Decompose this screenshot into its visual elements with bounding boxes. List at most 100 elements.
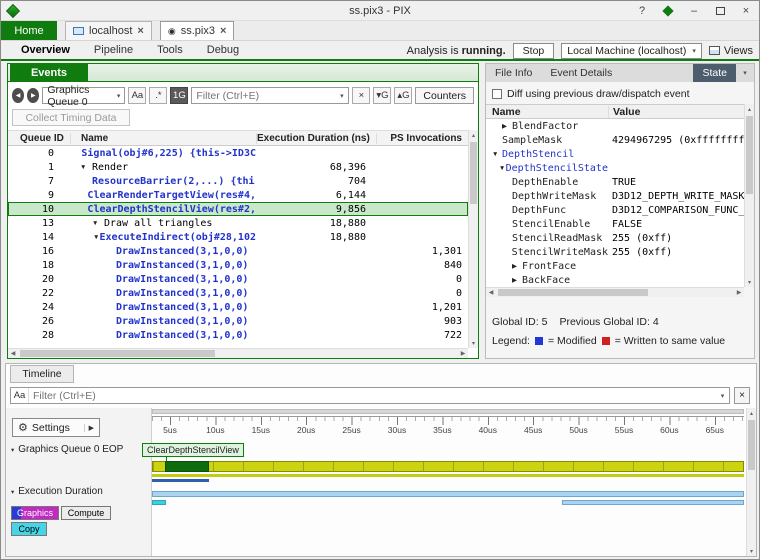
home-tab[interactable]: Home	[1, 21, 57, 40]
machine-select[interactable]: Local Machine (localhost) ▾	[561, 43, 702, 59]
state-vertical-scrollbar[interactable]: ▴ ▾	[744, 104, 754, 287]
tree-toggle-icon[interactable]: ▶	[512, 262, 522, 270]
close-button[interactable]: ×	[733, 1, 759, 21]
regex-button[interactable]: .*	[149, 87, 167, 104]
state-horizontal-scrollbar[interactable]: ◀ ▶	[486, 287, 744, 297]
timeline-settings-button[interactable]: ⚙ Settings ▶	[12, 418, 100, 437]
state-row[interactable]: DepthFuncD3D12_COMPARISON_FUNC_…	[486, 203, 744, 217]
event-row-selected[interactable]: 10ClearDepthStencilView(res#2,9,856	[8, 202, 468, 216]
maximize-button[interactable]	[707, 1, 733, 21]
scroll-down-icon[interactable]: ▾	[469, 338, 478, 348]
event-row[interactable]: 7ResourceBarrier(2,...) {thi704	[8, 174, 468, 188]
scrollbar-thumb[interactable]	[20, 350, 215, 357]
column-header-name[interactable]: Name	[486, 106, 608, 118]
diff-checkbox[interactable]	[492, 89, 502, 99]
collapse-icon[interactable]: ▾	[11, 446, 14, 454]
column-header-queue-id[interactable]: Queue ID	[8, 133, 70, 144]
scrollbar-thumb[interactable]	[746, 116, 753, 194]
tree-toggle-icon[interactable]: ▼	[499, 165, 506, 172]
tree-toggle-icon[interactable]: ▼	[492, 151, 502, 158]
timeline-filter-input[interactable]	[29, 390, 716, 402]
queue-select[interactable]: Graphics Queue 0 ▾	[42, 87, 125, 104]
filter-clear-button[interactable]: ×	[352, 87, 370, 104]
help-button[interactable]: ?	[629, 1, 655, 21]
event-row[interactable]: 20DrawInstanced(3,1,0,0)0	[8, 272, 468, 286]
view-tab-debug[interactable]: Debug	[195, 41, 251, 59]
state-row[interactable]: SampleMask4294967295 (0xffffffff)	[486, 133, 744, 147]
state-row[interactable]: ▼DepthStencil	[486, 147, 744, 161]
event-row[interactable]: 28DrawInstanced(3,1,0,0)722	[8, 328, 468, 342]
view-tab-tools[interactable]: Tools	[145, 41, 195, 59]
events-filter-input[interactable]	[192, 90, 335, 102]
timeline-bar-execution-2[interactable]	[562, 500, 744, 505]
column-header-ps-invocations[interactable]: PS Invocations	[376, 133, 468, 144]
state-row[interactable]: ▶BackFace	[486, 273, 744, 287]
scroll-up-icon[interactable]: ▴	[469, 130, 478, 140]
tab-localhost-close-icon[interactable]: ×	[137, 25, 143, 37]
event-row[interactable]: 1▼Render68,396	[8, 160, 468, 174]
filter-history-icon[interactable]: ▾	[716, 392, 729, 400]
scrollbar-thumb[interactable]	[498, 289, 648, 296]
tree-toggle-icon[interactable]: ▼	[80, 164, 92, 171]
column-header-name[interactable]: Name	[70, 133, 256, 144]
scroll-down-icon[interactable]: ▾	[747, 546, 756, 556]
state-row[interactable]: DepthWriteMaskD3D12_DEPTH_WRITE_MASK…	[486, 189, 744, 203]
lane-execution-duration[interactable]: ▾ Execution Duration	[11, 486, 103, 497]
state-row[interactable]: StencilReadMask255 (0xff)	[486, 231, 744, 245]
events-tab[interactable]: Events	[10, 64, 88, 82]
tree-toggle-icon[interactable]: ▶	[502, 122, 512, 130]
panel-tabs-menu-button[interactable]: ▾	[736, 64, 754, 82]
tab-file-info[interactable]: File Info	[486, 64, 541, 82]
timeline-bar-sub[interactable]	[152, 474, 744, 477]
scroll-up-icon[interactable]: ▴	[745, 104, 754, 114]
tree-toggle-icon[interactable]: ▼	[92, 220, 104, 227]
view-tab-pipeline[interactable]: Pipeline	[82, 41, 145, 59]
scroll-up-icon[interactable]: ▴	[747, 408, 756, 418]
view-tab-overview[interactable]: Overview	[9, 41, 82, 59]
state-row[interactable]: ▶FrontFace	[486, 259, 744, 273]
event-row[interactable]: 16DrawInstanced(3,1,0,0)1,301	[8, 244, 468, 258]
scroll-left-icon[interactable]: ◀	[8, 349, 18, 358]
event-row[interactable]: 26DrawInstanced(3,1,0,0)903	[8, 314, 468, 328]
scroll-right-icon[interactable]: ▶	[734, 288, 744, 297]
lane-graphics-queue-eop[interactable]: ▾ Graphics Queue 0 EOP	[11, 444, 123, 455]
group-toggle-button[interactable]: 1G	[170, 87, 188, 104]
event-row[interactable]: 18DrawInstanced(3,1,0,0)840	[8, 258, 468, 272]
timeline-bar-selected-event[interactable]	[165, 461, 209, 472]
scrollbar-thumb[interactable]	[748, 420, 755, 470]
tab-state[interactable]: State	[693, 64, 736, 82]
timeline-filter-clear-button[interactable]: ×	[734, 387, 750, 404]
events-horizontal-scrollbar[interactable]: ◀ ▶	[8, 348, 468, 358]
timeline-tab[interactable]: Timeline	[10, 365, 74, 383]
feedback-button[interactable]	[655, 1, 681, 21]
scrollbar-thumb[interactable]	[470, 142, 477, 204]
state-row[interactable]: StencilEnableFALSE	[486, 217, 744, 231]
views-button[interactable]: Views	[709, 45, 753, 57]
timeline-vertical-scrollbar[interactable]: ▴ ▾	[746, 408, 756, 556]
goto-next-group-button[interactable]: ▾G	[373, 87, 391, 104]
minimize-button[interactable]: –	[681, 1, 707, 21]
column-header-execution-duration[interactable]: Execution Duration (ns)	[256, 133, 376, 144]
filter-history-icon[interactable]: ▾	[335, 92, 348, 100]
timeline-ruler[interactable]: 5us10us15us20us25us30us35us40us45us50us5…	[152, 416, 744, 434]
event-row[interactable]: 14▼ExecuteIndirect(obj#28,10218,880	[8, 230, 468, 244]
nav-forward-button[interactable]: ▶	[27, 88, 39, 103]
match-case-button[interactable]: Aa	[11, 388, 29, 403]
state-row[interactable]: DepthEnableTRUE	[486, 175, 744, 189]
timeline-bar-execution-1[interactable]	[152, 491, 744, 497]
tab-event-details[interactable]: Event Details	[541, 64, 621, 82]
stop-button[interactable]: Stop	[513, 43, 555, 59]
legend-chip-compute[interactable]: Compute	[61, 506, 111, 520]
scroll-left-icon[interactable]: ◀	[486, 288, 496, 297]
event-row[interactable]: 22DrawInstanced(3,1,0,0)0	[8, 286, 468, 300]
event-row[interactable]: 0Signal(obj#6,225) {this->ID3C	[8, 146, 468, 160]
state-row[interactable]: ▶BlendFactor	[486, 119, 744, 133]
state-row[interactable]: ▼DepthStencilState	[486, 161, 744, 175]
column-header-value[interactable]: Value	[608, 106, 744, 118]
tree-toggle-icon[interactable]: ▶	[512, 276, 522, 284]
scroll-down-icon[interactable]: ▾	[745, 277, 754, 287]
tab-sspix3-close-icon[interactable]: ×	[220, 25, 226, 37]
nav-back-button[interactable]: ◀	[12, 88, 24, 103]
collect-timing-button[interactable]: Collect Timing Data	[12, 109, 130, 126]
event-row[interactable]: 9ClearRenderTargetView(res#4,6,144	[8, 188, 468, 202]
